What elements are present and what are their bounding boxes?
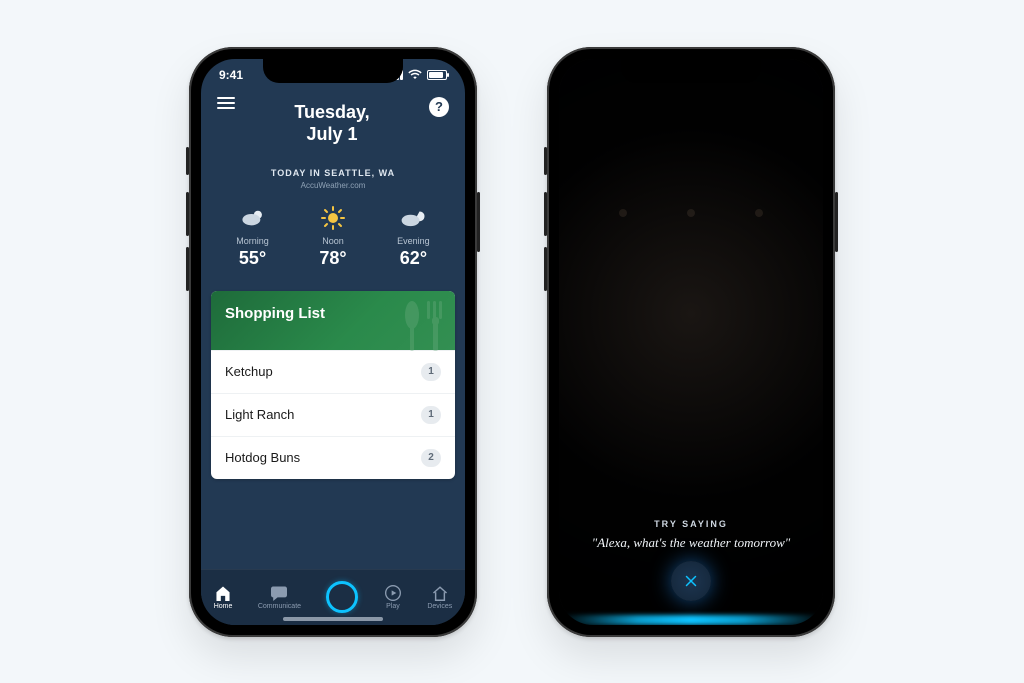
close-button[interactable] (671, 561, 711, 601)
battery-icon (427, 70, 447, 80)
weather-provider: AccuWeather.com (201, 181, 465, 190)
weather-label: Noon (319, 236, 346, 246)
status-time: 9:41 (219, 68, 243, 82)
notch (263, 59, 403, 83)
voice-prompt: TRY SAYING "Alexa, what's the weather to… (559, 519, 823, 551)
nav-play[interactable]: Play (384, 585, 402, 610)
chat-icon (270, 585, 288, 601)
card-title: Shopping List (225, 305, 325, 322)
date-line-2: July 1 (235, 123, 429, 146)
try-saying-label: TRY SAYING (583, 519, 799, 529)
nav-label: Home (214, 603, 233, 610)
close-icon (682, 572, 700, 590)
page-title: Tuesday, July 1 (235, 97, 429, 146)
weather-temp: 62° (397, 248, 430, 269)
devices-icon (431, 585, 449, 601)
weather-evening: Evening 62° (397, 206, 430, 269)
home-indicator[interactable] (283, 617, 383, 621)
nav-home[interactable]: Home (214, 585, 233, 610)
nav-devices[interactable]: Devices (427, 585, 452, 610)
notch (621, 59, 761, 83)
date-line-1: Tuesday, (235, 101, 429, 124)
item-count: 1 (421, 363, 441, 381)
voice-listening-screen: TRY SAYING "Alexa, what's the weather to… (559, 59, 823, 625)
utensils-icon (377, 297, 447, 353)
nav-alexa[interactable] (326, 581, 358, 613)
weather-label: Morning (236, 236, 269, 246)
cloudy-icon (236, 206, 269, 230)
home-icon (214, 585, 232, 601)
nav-label: Play (386, 603, 400, 610)
night-cloudy-icon (397, 206, 430, 230)
sunny-icon (319, 206, 346, 230)
weather-temp: 55° (236, 248, 269, 269)
listening-indicator (559, 615, 823, 625)
item-name: Hotdog Buns (225, 450, 300, 465)
nav-label: Communicate (258, 603, 301, 610)
card-header: Shopping List (211, 291, 455, 350)
help-icon[interactable]: ? (429, 97, 449, 117)
example-prompt: "Alexa, what's the weather tomorrow" (583, 535, 799, 551)
weather-noon: Noon 78° (319, 206, 346, 269)
phone-left: 9:41 Tuesday, July 1 ? TODAY IN SEATTLE (189, 47, 477, 637)
item-name: Light Ranch (225, 407, 294, 422)
weather-forecast[interactable]: Morning 55° Noon 78° (201, 206, 465, 269)
app-home-screen: 9:41 Tuesday, July 1 ? TODAY IN SEATTLE (201, 59, 465, 625)
menu-icon[interactable] (217, 97, 235, 109)
list-item[interactable]: Hotdog Buns 2 (211, 436, 455, 479)
nav-communicate[interactable]: Communicate (258, 585, 301, 610)
nav-label: Devices (427, 603, 452, 610)
alexa-ring-icon (326, 581, 358, 613)
weather-location: TODAY IN SEATTLE, WA (201, 168, 465, 178)
list-item[interactable]: Ketchup 1 (211, 350, 455, 393)
item-count: 2 (421, 449, 441, 467)
play-icon (384, 585, 402, 601)
shopping-list-card[interactable]: Shopping List Ketchup 1 (211, 291, 455, 479)
bottom-nav: Home Communicate Play Devices (201, 569, 465, 625)
item-count: 1 (421, 406, 441, 424)
weather-temp: 78° (319, 248, 346, 269)
weather-morning: Morning 55° (236, 206, 269, 269)
list-item[interactable]: Light Ranch 1 (211, 393, 455, 436)
item-name: Ketchup (225, 364, 273, 379)
wifi-icon (408, 68, 422, 82)
phone-right: TRY SAYING "Alexa, what's the weather to… (547, 47, 835, 637)
weather-label: Evening (397, 236, 430, 246)
